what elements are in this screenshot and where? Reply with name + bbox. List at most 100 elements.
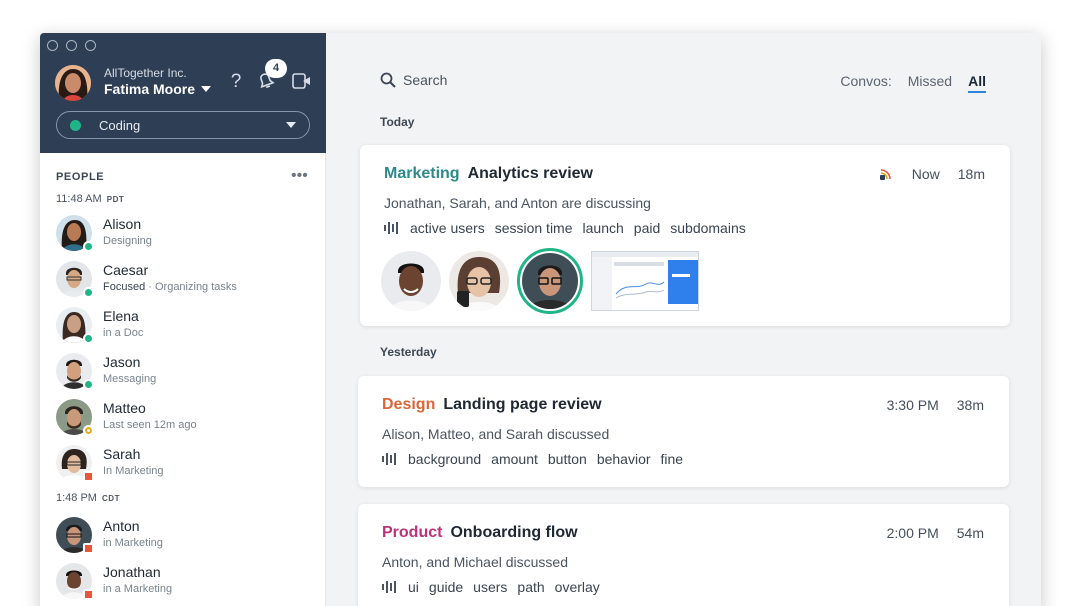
keyword-tags: ui guide users path overlay <box>382 579 600 595</box>
convo-title: Landing page review <box>443 396 602 413</box>
keyword-tag: overlay <box>554 579 600 595</box>
exit-icon[interactable] <box>290 71 312 93</box>
status-dot <box>70 119 81 131</box>
person-jason[interactable]: Jason Messaging <box>56 353 316 393</box>
close-window-button[interactable] <box>47 40 58 51</box>
participants-text: Jonathan, Sarah, and Anton are discussin… <box>384 195 651 211</box>
category-label: Marketing <box>384 165 460 182</box>
day-heading-yesterday: Yesterday <box>380 345 437 359</box>
user-name: Fatima Moore <box>104 81 196 97</box>
convo-card-landing-page[interactable]: Design Landing page review 3:30 PM 38m Al… <box>358 376 1009 487</box>
people-section-title: PEOPLE <box>56 171 105 183</box>
card-title: Product Onboarding flow <box>382 524 578 542</box>
person-caesar[interactable]: Caesar Focused · Organizing tasks <box>56 261 316 301</box>
person-activity: Messaging <box>103 373 157 385</box>
card-title: Design Landing page review <box>382 396 602 414</box>
filter-missed[interactable]: Missed <box>908 73 952 93</box>
day-heading-today: Today <box>380 115 415 129</box>
timezone-time: 1:48 PM <box>56 492 97 504</box>
person-activity: Focused · Organizing tasks <box>103 281 237 293</box>
search-box[interactable]: Search <box>380 72 447 88</box>
person-name: Elena <box>103 308 139 324</box>
waveform-icon <box>384 222 398 234</box>
person-anton[interactable]: Anton in Marketing <box>56 517 316 557</box>
participant-thumbnails <box>381 248 699 314</box>
person-activity: in a Marketing <box>103 583 173 595</box>
timezone-code: PDT <box>106 195 125 204</box>
category-label: Design <box>382 396 436 413</box>
card-meta: 2:00 PM 54m <box>887 525 984 541</box>
category-label: Product <box>382 524 443 541</box>
person-name: Jason <box>103 354 141 370</box>
convo-card-onboarding[interactable]: Product Onboarding flow 2:00 PM 54m Anton… <box>358 504 1009 606</box>
more-options-icon[interactable]: ••• <box>291 167 308 185</box>
person-elena[interactable]: Elena in a Doc <box>56 307 316 347</box>
participant-avatar-jonathan[interactable] <box>381 251 441 311</box>
timezone-header: 1:48 PM CDT <box>56 492 120 504</box>
person-name: Alison <box>103 216 142 232</box>
keyword-tag: users <box>473 579 508 595</box>
meeting-status-icon <box>83 589 94 600</box>
status-dot <box>83 241 94 252</box>
person-sarah[interactable]: Sarah In Marketing <box>56 445 316 485</box>
keyword-tag: guide <box>428 579 464 595</box>
person-name: Matteo <box>103 400 146 416</box>
person-alison[interactable]: Alison Designing <box>56 215 316 255</box>
timezone-header: 11:48 AM PDT <box>56 193 124 205</box>
user-name-menu[interactable]: Fatima Moore <box>104 81 212 97</box>
status-dot <box>83 379 94 390</box>
convo-duration: 18m <box>957 166 985 182</box>
convos-label: Convos: <box>840 73 892 89</box>
convo-duration: 38m <box>956 397 984 413</box>
keyword-tag: session time <box>494 220 573 236</box>
keyword-tags: background amount button behavior fine <box>382 451 683 467</box>
keyword-tag: button <box>547 451 587 467</box>
notification-badge[interactable]: 4 <box>265 59 287 78</box>
person-activity: Designing <box>103 235 152 247</box>
meeting-status-icon <box>83 471 94 482</box>
status-dropdown[interactable]: Coding <box>56 111 310 139</box>
keyword-tag: background <box>408 451 482 467</box>
timezone-code: CDT <box>102 494 120 503</box>
convo-time: Now <box>911 166 940 182</box>
card-title: Marketing Analytics review <box>384 165 593 183</box>
convos-filter: Convos: Missed All <box>840 73 986 93</box>
org-name: AllTogether Inc. <box>104 66 187 80</box>
search-icon <box>380 72 396 88</box>
screen-share-thumbnail[interactable] <box>591 251 699 311</box>
status-dot <box>83 333 94 344</box>
minimize-window-button[interactable] <box>66 40 77 51</box>
sidebar: AllTogether Inc. Fatima Moore ? 4 Coding… <box>40 33 326 606</box>
maximize-window-button[interactable] <box>85 40 96 51</box>
keyword-tag: active users <box>410 220 485 236</box>
convo-title: Analytics review <box>467 165 593 182</box>
person-name: Caesar <box>103 262 149 278</box>
chevron-down-icon <box>201 86 212 92</box>
meeting-status-icon <box>83 543 94 554</box>
main-panel: Search Convos: Missed All Today Marketin… <box>327 33 1041 606</box>
keyword-tags: active users session time launch paid su… <box>384 220 746 236</box>
person-name: Jonathan <box>103 564 161 580</box>
person-activity: In Marketing <box>103 465 164 477</box>
person-matteo[interactable]: Matteo Last seen 12m ago <box>56 399 316 439</box>
person-jonathan[interactable]: Jonathan in a Marketing <box>56 563 316 603</box>
card-meta: Now 18m <box>878 166 985 182</box>
user-avatar[interactable] <box>55 65 91 101</box>
focused-status-icon <box>83 287 94 298</box>
convo-card-analytics[interactable]: Marketing Analytics review Now 18m Jonath… <box>360 145 1010 326</box>
person-activity: Last seen 12m ago <box>103 419 197 431</box>
convo-time: 3:30 PM <box>886 397 939 413</box>
keyword-tag: paid <box>633 220 661 236</box>
app-window: AllTogether Inc. Fatima Moore ? 4 Coding… <box>40 33 1041 606</box>
participant-avatar-sarah[interactable] <box>449 251 509 311</box>
keyword-tag: behavior <box>596 451 651 467</box>
filter-all[interactable]: All <box>968 73 986 93</box>
person-activity: in Marketing <box>103 537 163 549</box>
keyword-tag: ui <box>408 579 419 595</box>
waveform-icon <box>382 453 396 465</box>
participant-avatar-anton-speaking[interactable] <box>517 248 583 314</box>
help-icon[interactable]: ? <box>225 71 247 93</box>
keyword-tag: amount <box>491 451 538 467</box>
person-name: Anton <box>103 518 140 534</box>
card-meta: 3:30 PM 38m <box>887 397 984 413</box>
